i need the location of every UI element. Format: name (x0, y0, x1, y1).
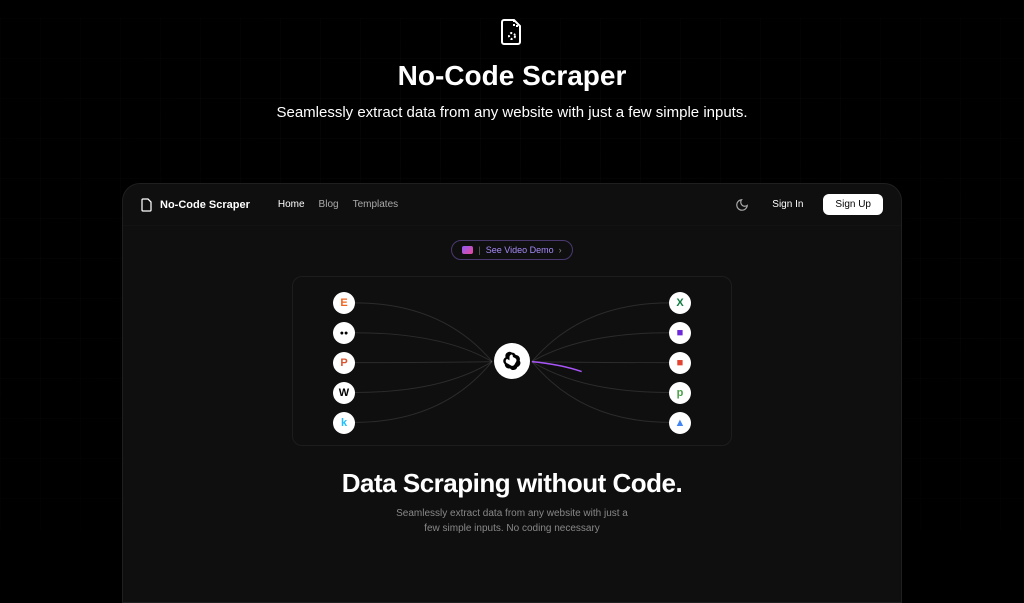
demo-separator: | (478, 245, 480, 255)
outer-title: No-Code Scraper (0, 60, 1024, 92)
integration-tool-icon: ■ (669, 322, 691, 344)
integration-medium-icon: ●● (333, 322, 355, 344)
demo-thumb-icon (462, 246, 473, 254)
integration-wordpress-icon: W (333, 382, 355, 404)
demo-label: See Video Demo (486, 245, 554, 255)
file-icon (141, 198, 153, 212)
navbar: No-Code Scraper Home Blog Templates Sign… (123, 184, 901, 226)
integration-todoist-icon: ■ (669, 352, 691, 374)
outer-subtitle: Seamlessly extract data from any website… (0, 104, 1024, 121)
nav-link-blog[interactable]: Blog (319, 199, 339, 210)
integration-slack-icon: p (669, 382, 691, 404)
outer-logo-icon (0, 18, 1024, 46)
nav-links: Home Blog Templates (278, 199, 398, 210)
nav-brand[interactable]: No-Code Scraper (141, 198, 250, 212)
integration-excel-icon: X (669, 292, 691, 314)
chevron-right-icon: › (559, 245, 562, 255)
integration-kaggle-icon: k (333, 412, 355, 434)
openai-icon (494, 343, 530, 379)
source-icons: E ●● PWk (333, 292, 355, 434)
video-demo-button[interactable]: | See Video Demo › (451, 240, 572, 260)
signin-button[interactable]: Sign In (762, 194, 813, 215)
hero-title: Data Scraping without Code. (123, 468, 901, 499)
destination-icons: X ■ ■ p ▲ (669, 292, 691, 434)
integration-producthunt-icon: P (333, 352, 355, 374)
integration-diagram: E ●● PWk X ■ ■ p ▲ (292, 276, 732, 446)
nav-link-home[interactable]: Home (278, 199, 305, 210)
hero-subtitle: Seamlessly extract data from any website… (123, 506, 901, 536)
signup-button[interactable]: Sign Up (823, 194, 883, 215)
app-frame: No-Code Scraper Home Blog Templates Sign… (122, 183, 902, 603)
brand-text: No-Code Scraper (160, 199, 250, 211)
integration-drive-icon: ▲ (669, 412, 691, 434)
theme-toggle-icon[interactable] (732, 195, 752, 215)
nav-link-templates[interactable]: Templates (353, 199, 399, 210)
integration-etsy-icon: E (333, 292, 355, 314)
